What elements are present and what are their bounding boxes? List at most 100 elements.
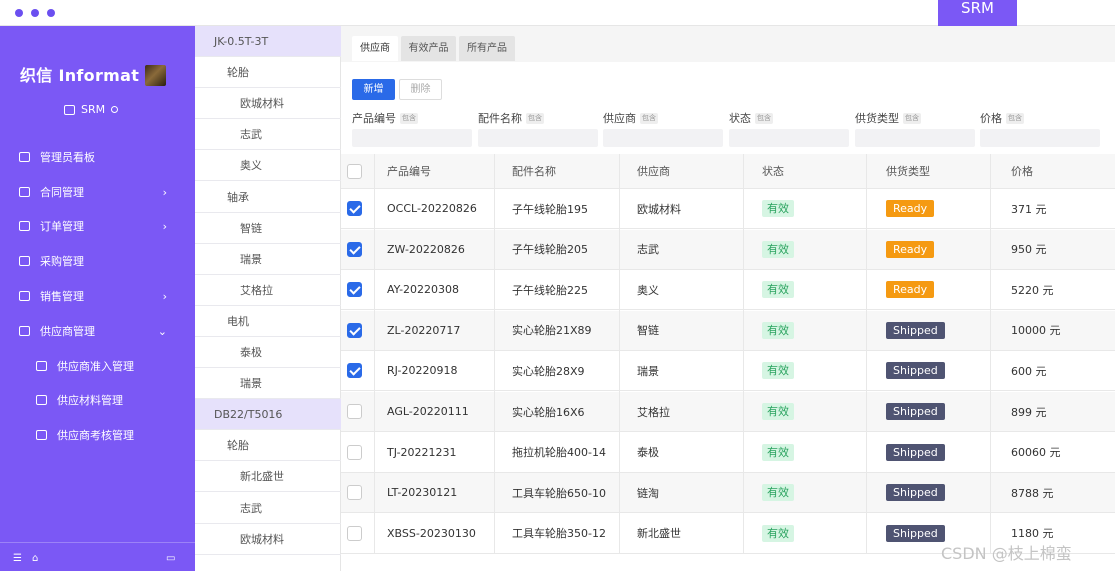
- category-item[interactable]: 泰极: [195, 337, 341, 368]
- table-row[interactable]: AGL-20220111 实心轮胎16X6 艾格拉 有效 Shipped 899 元: [341, 392, 1115, 432]
- category-item[interactable]: DB22/T5016: [195, 399, 341, 431]
- delete-button[interactable]: 删除: [399, 79, 442, 100]
- supply-type-badge: Shipped: [886, 321, 945, 339]
- status-badge: 有效: [762, 362, 794, 380]
- tab-all-products[interactable]: 所有产品: [459, 36, 515, 61]
- part-name: 工具车轮胎650-10: [512, 486, 606, 500]
- category-item[interactable]: 轴承: [195, 182, 341, 213]
- row-checkbox[interactable]: [347, 322, 362, 338]
- filter-mode-tag[interactable]: 包含: [1006, 112, 1024, 124]
- row-checkbox[interactable]: [347, 525, 362, 541]
- bell-icon: [111, 106, 119, 113]
- add-button[interactable]: 新增: [352, 79, 395, 100]
- filter-mode-tag[interactable]: 包含: [755, 112, 773, 124]
- status-badge: 有效: [762, 443, 794, 461]
- table-row[interactable]: ZL-20220717 实心轮胎21X89 智链 有效 Shipped 10000 元: [341, 310, 1115, 351]
- sidebar-item[interactable]: 销售管理 ›: [19, 288, 179, 304]
- window-dot-icon[interactable]: [31, 9, 39, 17]
- panel-icon[interactable]: ▭: [166, 553, 175, 564]
- filter-input[interactable]: [855, 129, 975, 147]
- filter-input[interactable]: [478, 129, 598, 147]
- part-name: 子午线轮胎205: [512, 243, 588, 257]
- filter-input[interactable]: [729, 129, 849, 147]
- supplier-name: 志武: [637, 243, 659, 257]
- column-header[interactable]: 产品编号: [387, 154, 431, 188]
- category-item[interactable]: 艾格拉: [195, 275, 341, 306]
- window-dot-icon[interactable]: [15, 9, 23, 17]
- supplier-name: 新北盛世: [637, 527, 681, 541]
- product-code: RJ-20220918: [387, 364, 458, 378]
- sidebar-subitem[interactable]: 供应材料管理: [36, 392, 123, 408]
- row-checkbox[interactable]: [347, 282, 362, 298]
- status-badge: 有效: [762, 403, 794, 420]
- sidebar-item[interactable]: 订单管理 ›: [19, 218, 179, 234]
- select-all-checkbox[interactable]: [347, 163, 362, 179]
- part-name: 工具车轮胎350-12: [512, 527, 606, 541]
- column-header[interactable]: 配件名称: [512, 154, 556, 188]
- sidebar-subitem[interactable]: 供应商准入管理: [36, 358, 134, 374]
- chevron-icon: ⌄: [157, 324, 167, 338]
- table-row[interactable]: ZW-20220826 子午线轮胎205 志武 有效 Ready 950 元: [341, 229, 1115, 270]
- price: 899 元: [1011, 405, 1047, 419]
- filter-mode-tag[interactable]: 包含: [400, 112, 418, 124]
- sidebar-item[interactable]: 管理员看板: [19, 149, 179, 165]
- supply-type-badge: Ready: [886, 240, 935, 258]
- home-icon[interactable]: ⌂: [32, 553, 38, 564]
- collapse-menu-icon[interactable]: ☰: [13, 553, 22, 564]
- category-item[interactable]: 瑞景: [195, 368, 341, 400]
- app-tab-srm[interactable]: SRM: [938, 0, 1017, 26]
- category-item[interactable]: 志武: [195, 119, 341, 151]
- sidebar-subitem[interactable]: 供应商考核管理: [36, 427, 134, 443]
- column-header[interactable]: 供应商: [637, 154, 670, 188]
- filter-input[interactable]: [980, 129, 1100, 147]
- table-row[interactable]: RJ-20220918 实心轮胎28X9 瑞景 有效 Shipped 600 元: [341, 351, 1115, 392]
- column-header[interactable]: 价格: [1011, 154, 1033, 188]
- row-checkbox[interactable]: [347, 404, 362, 419]
- product-code: ZW-20220826: [387, 242, 465, 256]
- window-dot-icon[interactable]: [47, 9, 55, 17]
- row-checkbox[interactable]: [347, 444, 362, 460]
- category-item[interactable]: 轮胎: [195, 430, 341, 462]
- price: 950 元: [1011, 243, 1047, 257]
- part-name: 拖拉机轮胎400-14: [512, 446, 606, 460]
- category-item[interactable]: 欧城材料: [195, 88, 341, 120]
- column-header[interactable]: 供货类型: [886, 154, 930, 188]
- filter-input[interactable]: [352, 129, 472, 147]
- category-item[interactable]: JK-0.5T-3T: [195, 26, 341, 57]
- category-item[interactable]: 新北盛世: [195, 461, 341, 493]
- filter-mode-tag[interactable]: 包含: [903, 112, 921, 124]
- sidebar-item[interactable]: 供应商管理 ⌄: [19, 323, 179, 339]
- category-item[interactable]: 智链: [195, 213, 341, 244]
- category-item[interactable]: 奥义: [195, 150, 341, 182]
- sidebar-item[interactable]: 合同管理 ›: [19, 184, 179, 200]
- category-item[interactable]: 轮胎: [195, 57, 341, 89]
- table-row[interactable]: TJ-20221231 拖拉机轮胎400-14 泰极 有效 Shipped 60060 元: [341, 433, 1115, 473]
- avatar[interactable]: [145, 65, 166, 86]
- category-item[interactable]: 志武: [195, 493, 341, 524]
- module-switcher[interactable]: SRM: [64, 103, 119, 116]
- filter-input[interactable]: [603, 129, 723, 147]
- table-row[interactable]: AY-20220308 子午线轮胎225 奥义 有效 Ready 5220 元: [341, 270, 1115, 311]
- sidebar-item[interactable]: 采购管理: [19, 253, 179, 269]
- status-badge: 有效: [762, 281, 794, 299]
- tab-supplier[interactable]: 供应商: [352, 36, 398, 61]
- table-row[interactable]: LT-20230121 工具车轮胎650-10 链淘 有效 Shipped 8788 元: [341, 473, 1115, 514]
- supply-type-badge: Shipped: [886, 362, 945, 380]
- chevron-icon: ›: [162, 185, 167, 199]
- row-checkbox[interactable]: [347, 201, 362, 216]
- category-item[interactable]: 欧城材料: [195, 524, 341, 555]
- sidebar-item-label: 供应商管理: [40, 325, 95, 338]
- supplier-name: 瑞景: [637, 364, 659, 378]
- table-row[interactable]: OCCL-20220826 子午线轮胎195 欧城材料 有效 Ready 371 元: [341, 189, 1115, 229]
- filter-mode-tag[interactable]: 包含: [640, 112, 658, 124]
- filter-mode-tag[interactable]: 包含: [526, 112, 544, 124]
- category-item[interactable]: 电机: [195, 306, 341, 337]
- category-item[interactable]: 瑞景: [195, 244, 341, 275]
- supply-type-badge: Ready: [886, 200, 935, 217]
- row-checkbox[interactable]: [347, 485, 362, 501]
- row-checkbox[interactable]: [347, 241, 362, 257]
- tab-valid-products[interactable]: 有效产品: [401, 36, 456, 61]
- filter-field: 价格 包含: [980, 110, 1100, 147]
- row-checkbox[interactable]: [347, 363, 362, 379]
- column-header[interactable]: 状态: [762, 154, 784, 188]
